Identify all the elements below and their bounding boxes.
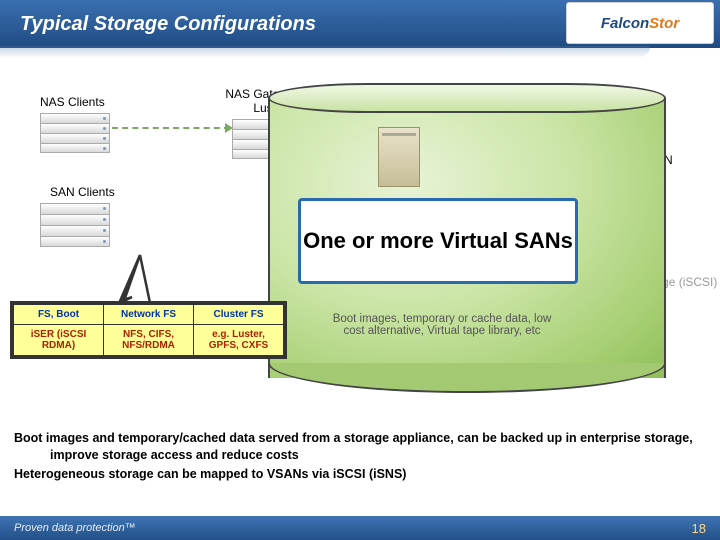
logo-text: FalconStor xyxy=(601,15,679,32)
label-san-clients: SAN Clients xyxy=(50,185,115,199)
proto-cell-2: e.g. Luster, GPFS, CXFS xyxy=(194,325,284,356)
proto-cell-0: iSER (iSCSI RDMA) xyxy=(14,325,104,356)
logo-part-stor: Stor xyxy=(649,15,679,32)
brand-logo: FalconStor xyxy=(566,2,714,44)
vsan-callout-text: One or more Virtual SANs xyxy=(303,228,573,254)
page-number: 18 xyxy=(692,521,706,536)
slide-header: Typical Storage Configurations FalconSto… xyxy=(0,0,720,48)
architecture-diagram: NAS Clients NAS Gateway or Lustre SAN Cl… xyxy=(0,55,720,425)
slide-title: Typical Storage Configurations xyxy=(20,13,316,36)
body-paragraph-1: Boot images and temporary/cached data se… xyxy=(14,430,706,464)
proto-head-1: Network FS xyxy=(104,305,194,325)
proto-head-2: Cluster FS xyxy=(194,305,284,325)
servers-san-clients-icon xyxy=(40,203,110,247)
label-nas-clients: NAS Clients xyxy=(40,95,105,109)
vsan-callout: One or more Virtual SANs xyxy=(298,198,578,284)
slide-footer: Proven data protection™ 18 xyxy=(0,516,720,540)
boot-images-note: Boot images, temporary or cache data, lo… xyxy=(322,313,562,337)
body-paragraph-2: Heterogeneous storage can be mapped to V… xyxy=(14,466,706,483)
arrow-nas-to-gateway-icon xyxy=(112,127,230,129)
logo-part-falcon: Falcon xyxy=(601,15,649,32)
body-copy: Boot images and temporary/cached data se… xyxy=(14,430,706,485)
proto-cell-1: NFS, CIFS, NFS/RDMA xyxy=(104,325,194,356)
protocol-table: FS, Boot Network FS Cluster FS iSER (iSC… xyxy=(10,301,287,359)
inner-storage-icon xyxy=(378,127,420,187)
servers-nas-clients-icon xyxy=(40,113,110,153)
footer-tagline: Proven data protection™ xyxy=(14,522,136,534)
proto-head-0: FS, Boot xyxy=(14,305,104,325)
